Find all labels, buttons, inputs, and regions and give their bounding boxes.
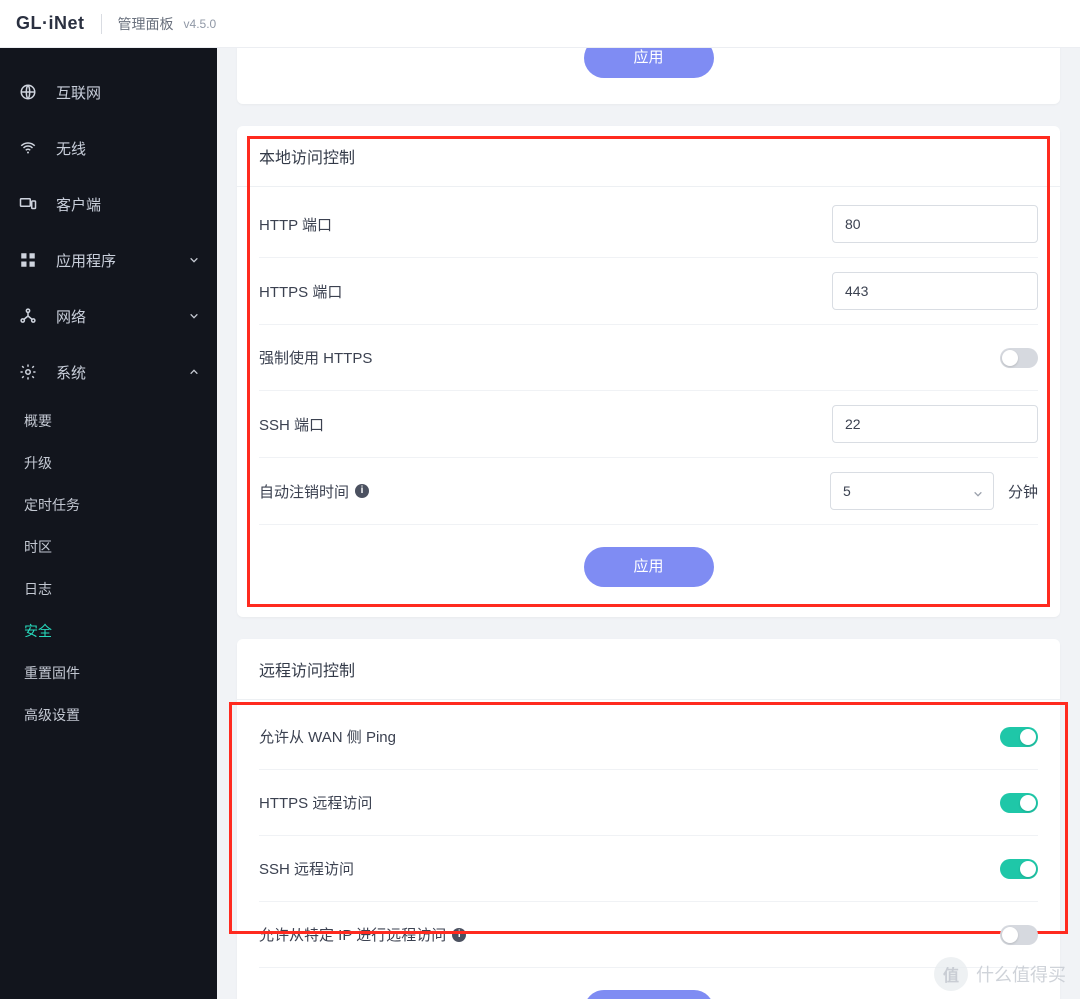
row-https-port: HTTPS 端口 [259, 258, 1038, 325]
row-http-port: HTTP 端口 [259, 191, 1038, 258]
watermark: 值 什么值得买 [934, 957, 1066, 991]
sidebar-item-label: 网络 [56, 306, 86, 327]
row-auto-logout: 自动注销时间 i 5 分钟 [259, 458, 1038, 525]
sidebar-item-network[interactable]: 网络 [0, 288, 217, 344]
row-ping-wan: 允许从 WAN 侧 Ping [259, 704, 1038, 770]
select-auto-logout[interactable]: 5 [830, 472, 994, 510]
card-title: 远程访问控制 [237, 639, 1060, 700]
toggle-ssh-remote[interactable] [1000, 859, 1038, 879]
sidebar-sub-reset[interactable]: 重置固件 [0, 652, 217, 694]
globe-icon [18, 83, 38, 101]
label-force-https: 强制使用 HTTPS [259, 347, 1000, 368]
label-specific-ip: 允许从特定 IP 进行远程访问 i [259, 924, 1000, 945]
main-content: 应用 本地访问控制 HTTP 端口 HTTPS 端口 [217, 48, 1080, 999]
toggle-https-remote[interactable] [1000, 793, 1038, 813]
toggle-specific-ip[interactable] [1000, 925, 1038, 945]
select-value: 5 [843, 483, 851, 499]
label-ssh-remote: SSH 远程访问 [259, 858, 1000, 879]
label-https-remote: HTTPS 远程访问 [259, 792, 1000, 813]
sidebar-item-label: 客户端 [56, 194, 101, 215]
label-auto-logout: 自动注销时间 i [259, 481, 830, 502]
sidebar-sub-cron[interactable]: 定时任务 [0, 484, 217, 526]
apply-button-top[interactable]: 应用 [584, 48, 714, 78]
chevron-down-icon [973, 486, 983, 496]
card-title: 本地访问控制 [237, 126, 1060, 187]
wifi-icon [18, 139, 38, 157]
label-ssh-port: SSH 端口 [259, 414, 832, 435]
gear-icon [18, 363, 38, 381]
topbar: GL·iNet 管理面板 v4.5.0 [0, 0, 1080, 48]
sidebar-item-label: 应用程序 [56, 250, 116, 271]
label-ping-wan: 允许从 WAN 侧 Ping [259, 726, 1000, 747]
label-http-port: HTTP 端口 [259, 214, 832, 235]
row-force-https: 强制使用 HTTPS [259, 325, 1038, 391]
sidebar-item-label: 无线 [56, 138, 86, 159]
brand-logo: GL·iNet [16, 13, 85, 34]
toggle-force-https[interactable] [1000, 348, 1038, 368]
row-specific-ip: 允许从特定 IP 进行远程访问 i [259, 902, 1038, 968]
chevron-down-icon [189, 255, 199, 265]
panel-version: v4.5.0 [184, 17, 217, 31]
prev-card-peek: 应用 [237, 48, 1060, 104]
row-ssh-port: SSH 端口 [259, 391, 1038, 458]
input-https-port[interactable] [832, 272, 1038, 310]
row-ssh-remote: SSH 远程访问 [259, 836, 1038, 902]
apps-icon [18, 251, 38, 269]
toggle-ping-wan[interactable] [1000, 727, 1038, 747]
sidebar: 互联网 无线 客户端 应用程序 网 [0, 48, 217, 999]
sidebar-sub-overview[interactable]: 概要 [0, 400, 217, 442]
sidebar-item-apps[interactable]: 应用程序 [0, 232, 217, 288]
sidebar-sub-timezone[interactable]: 时区 [0, 526, 217, 568]
sidebar-sub-upgrade[interactable]: 升级 [0, 442, 217, 484]
card-remote-access: 远程访问控制 允许从 WAN 侧 Ping HTTPS 远程访问 SSH [237, 639, 1060, 999]
divider [101, 14, 102, 34]
info-icon[interactable]: i [452, 928, 466, 942]
chevron-down-icon [189, 311, 199, 321]
network-icon [18, 307, 38, 325]
watermark-text: 什么值得买 [976, 961, 1066, 987]
sidebar-item-clients[interactable]: 客户端 [0, 176, 217, 232]
sidebar-sub-advanced[interactable]: 高级设置 [0, 694, 217, 736]
sidebar-sub-security[interactable]: 安全 [0, 610, 217, 652]
sidebar-item-system[interactable]: 系统 [0, 344, 217, 400]
apply-button-local[interactable]: 应用 [584, 547, 714, 587]
sidebar-item-internet[interactable]: 互联网 [0, 64, 217, 120]
input-http-port[interactable] [832, 205, 1038, 243]
row-https-remote: HTTPS 远程访问 [259, 770, 1038, 836]
card-local-access: 本地访问控制 HTTP 端口 HTTPS 端口 强制使用 HTTPS [237, 126, 1060, 617]
label-specific-ip-text: 允许从特定 IP 进行远程访问 [259, 924, 446, 945]
apply-button-remote[interactable]: 应用 [584, 990, 714, 999]
sidebar-sub-log[interactable]: 日志 [0, 568, 217, 610]
sidebar-item-label: 互联网 [56, 82, 101, 103]
panel-title: 管理面板 [118, 14, 174, 34]
label-https-port: HTTPS 端口 [259, 281, 832, 302]
label-auto-logout-text: 自动注销时间 [259, 481, 349, 502]
unit-minutes: 分钟 [1008, 481, 1038, 502]
info-icon[interactable]: i [355, 484, 369, 498]
input-ssh-port[interactable] [832, 405, 1038, 443]
sidebar-item-label: 系统 [56, 362, 86, 383]
sidebar-item-wireless[interactable]: 无线 [0, 120, 217, 176]
chevron-up-icon [189, 367, 199, 377]
devices-icon [18, 195, 38, 213]
watermark-badge: 值 [934, 957, 968, 991]
